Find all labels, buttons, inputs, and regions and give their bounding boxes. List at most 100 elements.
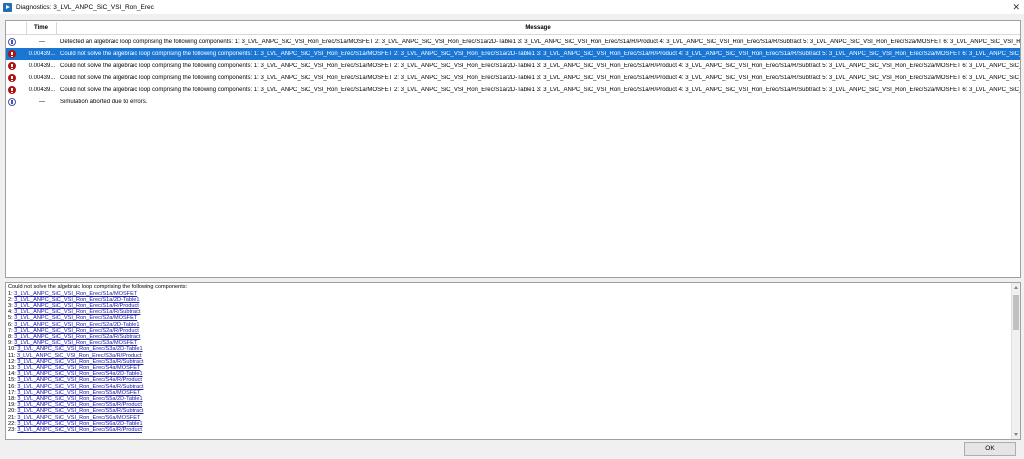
error-icon	[8, 74, 16, 82]
detail-line: 23: 3_LVL_ANPC_SiC_VSI_Ron_Erec/S6a/R/Pr…	[8, 427, 142, 433]
component-link[interactable]: 3_LVL_ANPC_SiC_VSI_Ron_Erec/S2a/2D-Table…	[14, 322, 139, 328]
detail-line-number: 1:	[8, 290, 13, 297]
detail-line: 19: 3_LVL_ANPC_SiC_VSI_Ron_Erec/S5a/R/Pr…	[8, 402, 142, 408]
row-time: 0.00439...	[28, 87, 56, 93]
detail-line-number: 14:	[8, 371, 16, 378]
component-link[interactable]: 3_LVL_ANPC_SiC_VSI_Ron_Erec/S4a/2D-Table…	[17, 371, 142, 377]
row-message: Could not solve the algebraic loop compr…	[60, 63, 1020, 69]
detail-line: 15: 3_LVL_ANPC_SiC_VSI_Ron_Erec/S4a/R/Pr…	[8, 377, 142, 383]
app-icon	[3, 2, 12, 12]
component-link[interactable]: 3_LVL_ANPC_SiC_VSI_Ron_Erec/S4a/R/Produc…	[17, 377, 142, 383]
detail-line-number: 4:	[8, 309, 13, 316]
row-message: Could not solve the algebraic loop compr…	[60, 87, 1020, 93]
detail-line-number: 20:	[8, 408, 16, 415]
detail-line-number: 3:	[8, 302, 13, 309]
detail-scrollbar[interactable]	[1011, 283, 1020, 439]
detail-line: 13: 3_LVL_ANPC_SiC_VSI_Ron_Erec/S4a/MOSF…	[8, 365, 140, 371]
scroll-down-icon[interactable]	[1014, 433, 1018, 436]
detail-line-number: 7:	[8, 327, 13, 334]
detail-line: 8: 3_LVL_ANPC_SiC_VSI_Ron_Erec/S2a/R/Sub…	[8, 334, 140, 340]
detail-line-number: 5:	[8, 315, 13, 322]
table-row[interactable]: 0.00439... Could not solve the algebraic …	[6, 48, 1020, 60]
detail-line: 10: 3_LVL_ANPC_SiC_VSI_Ron_Erec/S3a/2D-T…	[8, 346, 143, 352]
table-row[interactable]: 0.00439... Could not solve the algebraic …	[6, 84, 1020, 96]
detail-line: 11: 3_LVL_ANPC_SiC_VSI_Ron_Erec/S3a/R/Pr…	[8, 353, 142, 359]
detail-line: 2: 3_LVL_ANPC_SiC_VSI_Ron_Erec/S1a/2D-Ta…	[8, 297, 139, 303]
detail-line: 17: 3_LVL_ANPC_SiC_VSI_Ron_Erec/S5a/MOSF…	[8, 390, 140, 396]
row-message: Detected an algebraic loop comprising th…	[60, 39, 1020, 45]
component-link[interactable]: 3_LVL_ANPC_SiC_VSI_Ron_Erec/S4a/MOSFET	[17, 365, 140, 371]
title-bar: Diagnostics: 3_LVL_ANPC_SiC_VSI_Ron_Erec…	[0, 0, 1024, 14]
component-link[interactable]: 3_LVL_ANPC_SiC_VSI_Ron_Erec/S1a/R/Produc…	[14, 303, 139, 309]
detail-line-number: 11:	[8, 352, 16, 359]
scroll-thumb[interactable]	[1013, 295, 1019, 330]
diagnostics-table: Time Message — Detected an algebraic loop…	[5, 20, 1021, 278]
detail-line-number: 8:	[8, 333, 13, 340]
info-icon	[8, 98, 16, 106]
window-title: Diagnostics: 3_LVL_ANPC_SiC_VSI_Ron_Erec	[16, 3, 154, 11]
detail-line-number: 6:	[8, 321, 13, 328]
error-icon	[8, 62, 16, 70]
row-time: 0.00439...	[28, 51, 56, 57]
scroll-up-icon[interactable]	[1014, 286, 1018, 289]
detail-line-number: 9:	[8, 340, 13, 347]
detail-line: 9: 3_LVL_ANPC_SiC_VSI_Ron_Erec/S3a/MOSFE…	[8, 340, 137, 346]
table-row[interactable]: 0.00439... Could not solve the algebraic …	[6, 72, 1020, 84]
info-icon	[8, 38, 16, 46]
component-link[interactable]: 3_LVL_ANPC_SiC_VSI_Ron_Erec/S5a/MOSFET	[17, 390, 140, 396]
component-link[interactable]: 3_LVL_ANPC_SiC_VSI_Ron_Erec/S2a/MOSFET	[14, 315, 137, 321]
detail-line: 18: 3_LVL_ANPC_SiC_VSI_Ron_Erec/S5a/2D-T…	[8, 396, 143, 402]
component-link[interactable]: 3_LVL_ANPC_SiC_VSI_Ron_Erec/S6a/2D-Table…	[17, 421, 142, 427]
component-link[interactable]: 3_LVL_ANPC_SiC_VSI_Ron_Erec/S6a/R/Produc…	[17, 427, 142, 433]
component-link[interactable]: 3_LVL_ANPC_SiC_VSI_Ron_Erec/S1a/R/Subtra…	[14, 309, 140, 315]
component-link[interactable]: 3_LVL_ANPC_SiC_VSI_Ron_Erec/S6a/MOSFET	[17, 415, 140, 421]
component-link[interactable]: 3_LVL_ANPC_SiC_VSI_Ron_Erec/S3a/R/Produc…	[17, 353, 142, 359]
component-link[interactable]: 3_LVL_ANPC_SiC_VSI_Ron_Erec/S1a/2D-Table…	[14, 297, 139, 303]
detail-line-number: 23:	[8, 426, 16, 433]
error-icon	[8, 86, 16, 94]
column-header-message[interactable]: Message	[56, 25, 1020, 31]
component-link[interactable]: 3_LVL_ANPC_SiC_VSI_Ron_Erec/S4a/R/Subtra…	[17, 384, 143, 390]
detail-line: 3: 3_LVL_ANPC_SiC_VSI_Ron_Erec/S1a/R/Pro…	[8, 303, 139, 309]
table-row[interactable]: — Detected an algebraic loop comprising t…	[6, 36, 1020, 48]
row-message: Simulation aborted due to errors.	[60, 99, 148, 105]
detail-line-number: 12:	[8, 358, 16, 365]
component-link[interactable]: 3_LVL_ANPC_SiC_VSI_Ron_Erec/S5a/2D-Table…	[17, 396, 142, 402]
row-time: 0.00439...	[28, 75, 56, 81]
component-link[interactable]: 3_LVL_ANPC_SiC_VSI_Ron_Erec/S5a/R/Subtra…	[17, 408, 143, 414]
detail-pane: Could not solve the algebraic loop compr…	[5, 282, 1021, 440]
detail-line: 7: 3_LVL_ANPC_SiC_VSI_Ron_Erec/S2a/R/Pro…	[8, 328, 139, 334]
component-link[interactable]: 3_LVL_ANPC_SiC_VSI_Ron_Erec/S3a/R/Subtra…	[17, 359, 143, 365]
detail-line: 20: 3_LVL_ANPC_SiC_VSI_Ron_Erec/S5a/R/Su…	[8, 408, 143, 414]
detail-line: 12: 3_LVL_ANPC_SiC_VSI_Ron_Erec/S3a/R/Su…	[8, 359, 143, 365]
detail-line-number: 13:	[8, 364, 16, 371]
table-row[interactable]: — Simulation aborted due to errors.	[6, 96, 1020, 108]
column-header-time[interactable]: Time	[28, 25, 54, 31]
row-time: —	[39, 39, 45, 45]
detail-line: 6: 3_LVL_ANPC_SiC_VSI_Ron_Erec/S2a/2D-Ta…	[8, 322, 139, 328]
detail-line: 5: 3_LVL_ANPC_SiC_VSI_Ron_Erec/S2a/MOSFE…	[8, 315, 137, 321]
ok-button[interactable]: OK	[964, 442, 1016, 456]
close-icon[interactable]: ✕	[1012, 2, 1020, 12]
detail-header: Could not solve the algebraic loop compr…	[8, 284, 188, 290]
detail-line: 14: 3_LVL_ANPC_SiC_VSI_Ron_Erec/S4a/2D-T…	[8, 371, 143, 377]
detail-line-number: 15:	[8, 377, 16, 384]
component-link[interactable]: 3_LVL_ANPC_SiC_VSI_Ron_Erec/S2a/R/Produc…	[14, 328, 139, 334]
component-link[interactable]: 3_LVL_ANPC_SiC_VSI_Ron_Erec/S3a/MOSFET	[14, 340, 137, 346]
row-message: Could not solve the algebraic loop compr…	[60, 75, 1020, 81]
component-link[interactable]: 3_LVL_ANPC_SiC_VSI_Ron_Erec/S5a/R/Produc…	[17, 402, 142, 408]
table-header: Time Message	[6, 21, 1020, 35]
detail-line-number: 17:	[8, 389, 16, 396]
detail-line-number: 18:	[8, 395, 16, 402]
table-row[interactable]: 0.00439... Could not solve the algebraic …	[6, 60, 1020, 72]
component-link[interactable]: 3_LVL_ANPC_SiC_VSI_Ron_Erec/S1a/MOSFET	[14, 291, 137, 297]
column-divider	[26, 22, 27, 34]
detail-line: 22: 3_LVL_ANPC_SiC_VSI_Ron_Erec/S6a/2D-T…	[8, 421, 143, 427]
component-link[interactable]: 3_LVL_ANPC_SiC_VSI_Ron_Erec/S2a/R/Subtra…	[14, 334, 140, 340]
detail-line: 4: 3_LVL_ANPC_SiC_VSI_Ron_Erec/S1a/R/Sub…	[8, 309, 140, 315]
row-time: 0.00439...	[28, 63, 56, 69]
detail-line: 21: 3_LVL_ANPC_SiC_VSI_Ron_Erec/S6a/MOSF…	[8, 415, 140, 421]
component-link[interactable]: 3_LVL_ANPC_SiC_VSI_Ron_Erec/S3a/2D-Table…	[17, 346, 142, 352]
detail-line: 16: 3_LVL_ANPC_SiC_VSI_Ron_Erec/S4a/R/Su…	[8, 384, 143, 390]
detail-line-number: 2:	[8, 296, 13, 303]
